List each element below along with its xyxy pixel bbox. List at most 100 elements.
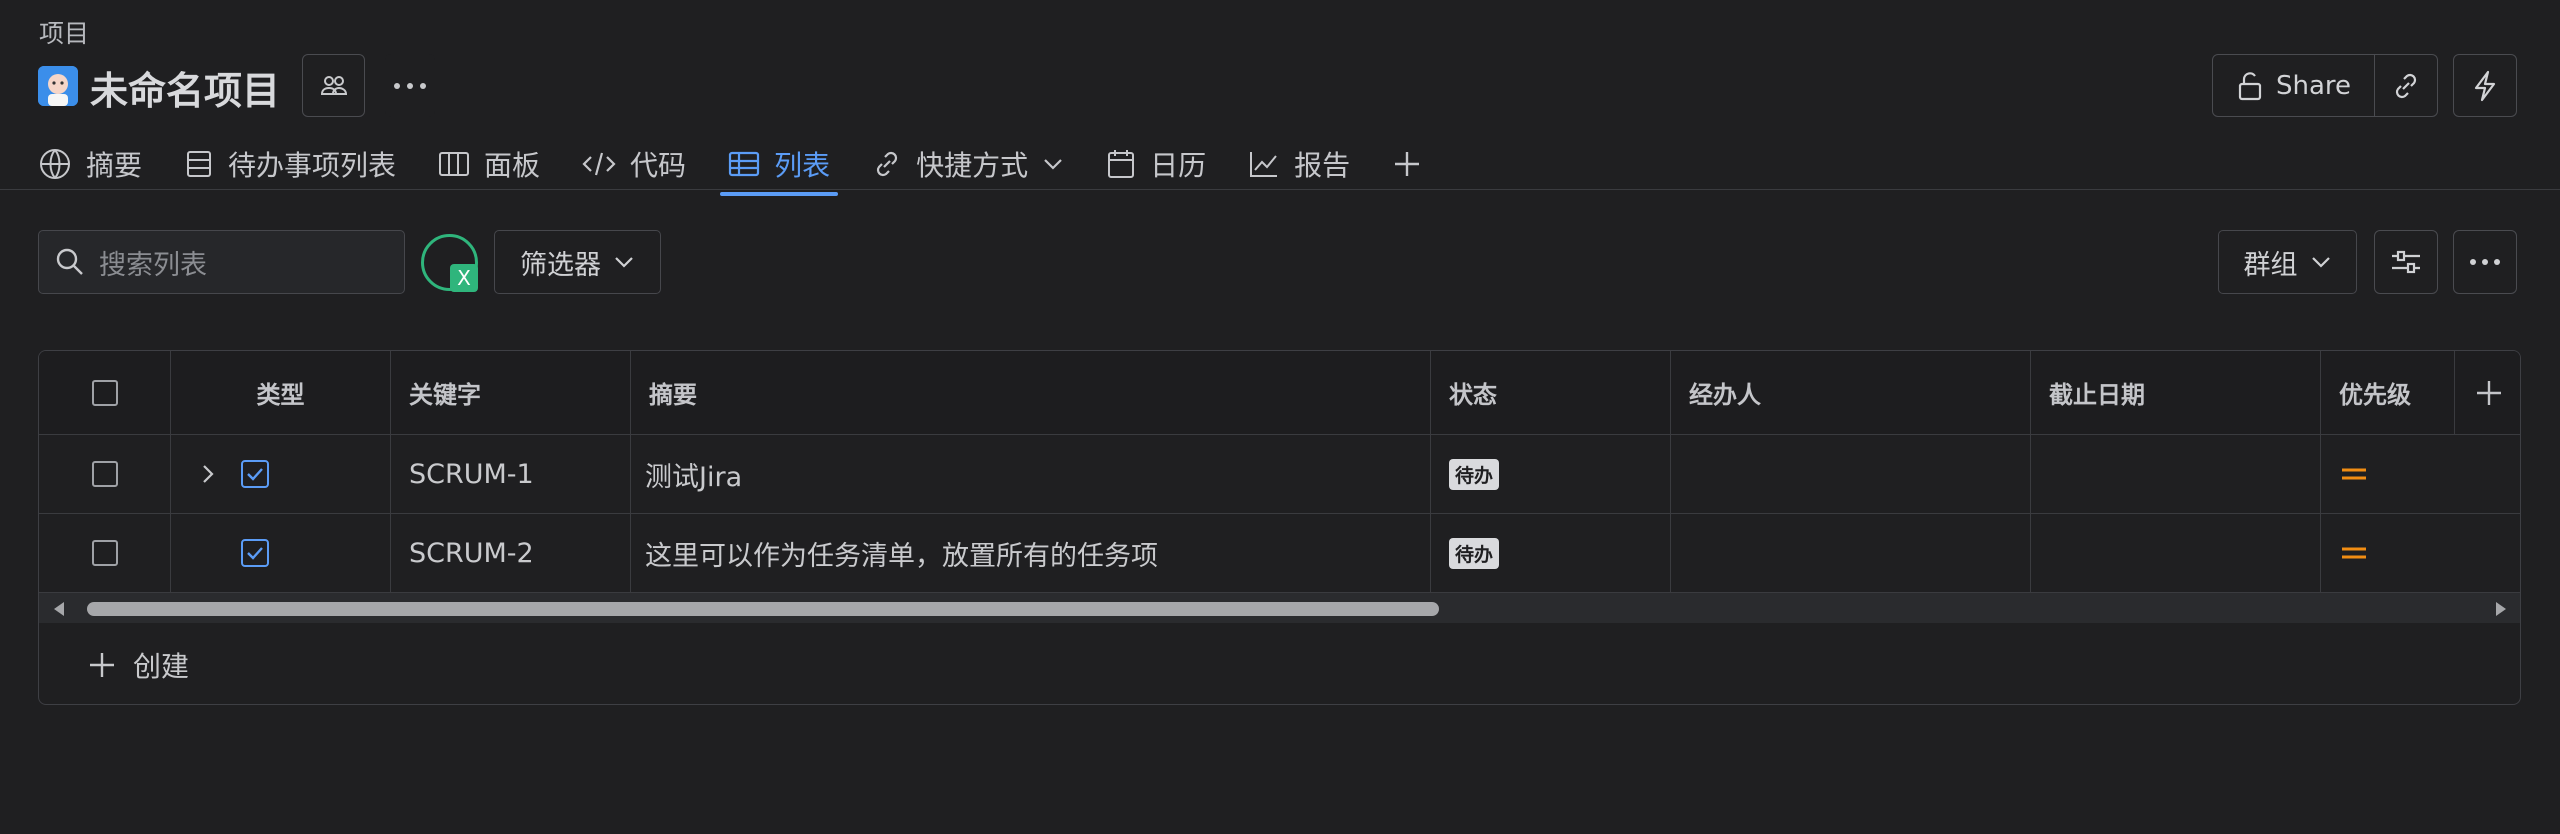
share-button[interactable]: Share [2212, 54, 2375, 117]
plus-icon [1395, 152, 1420, 176]
row-checkbox[interactable] [91, 461, 118, 487]
tabs-divider [0, 189, 2560, 190]
filter-button[interactable]: 筛选器 [494, 230, 661, 294]
tab-reports[interactable]: 报告 [1248, 138, 1350, 190]
due-date-cell[interactable] [2031, 435, 2321, 514]
plus-icon [2476, 380, 2501, 405]
page-title: 未命名项目 [90, 69, 281, 113]
tab-label: 面板 [484, 149, 541, 182]
issue-key[interactable]: SCRUM-2 [391, 514, 631, 593]
tab-label: 待办事项列表 [228, 149, 397, 182]
tab-backlog[interactable]: 待办事项列表 [184, 138, 396, 190]
tab-code[interactable]: 代码 [582, 138, 686, 190]
project-tabs: 摘要 待办事项列表 面板 代码 列表 快捷方式 日历 报告 [38, 136, 1464, 196]
code-icon [582, 152, 616, 176]
chevron-down-icon [2311, 257, 2330, 268]
row-checkbox[interactable] [91, 540, 118, 566]
add-column-button[interactable] [2455, 351, 2520, 435]
column-header-assignee[interactable]: 经办人 [1671, 351, 2031, 435]
filter-label: 筛选器 [520, 249, 601, 281]
issue-summary[interactable]: 测试Jira [631, 435, 1431, 514]
issue-summary[interactable]: 这里可以作为任务清单，放置所有的任务项 [631, 514, 1431, 593]
project-avatar [38, 66, 78, 106]
due-date-cell[interactable] [2031, 514, 2321, 593]
add-tab-button[interactable] [1392, 138, 1422, 190]
priority-medium-icon [2342, 468, 2366, 480]
tab-label: 日历 [1150, 149, 1207, 182]
create-issue-button[interactable]: 创建 [39, 623, 2520, 704]
search-input[interactable]: 搜索列表 [38, 230, 405, 294]
column-header-type[interactable]: 类型 [171, 351, 391, 435]
column-header-priority[interactable]: 优先级 [2321, 351, 2455, 435]
table-row-select [39, 514, 171, 593]
tab-board[interactable]: 面板 [438, 138, 540, 190]
chart-line-icon [1250, 152, 1278, 177]
column-header-key[interactable]: 关键字 [391, 351, 631, 435]
tab-label: 快捷方式 [916, 149, 1029, 182]
more-icon [2470, 259, 2500, 265]
type-cell [171, 514, 391, 593]
tab-label: 摘要 [86, 149, 143, 182]
priority-cell[interactable] [2321, 514, 2520, 593]
column-header-due-date[interactable]: 截止日期 [2031, 351, 2321, 435]
sliders-icon [2392, 250, 2420, 274]
group-label: 群组 [2243, 249, 2298, 281]
breadcrumb[interactable]: 项目 [39, 14, 89, 50]
people-icon [320, 75, 347, 95]
task-type-icon [241, 460, 269, 488]
priority-medium-icon [2342, 547, 2366, 559]
team-button[interactable] [302, 54, 365, 117]
copy-link-button[interactable] [2374, 54, 2438, 117]
task-type-icon [241, 539, 269, 567]
lightning-icon [2474, 70, 2496, 101]
globe-icon [40, 149, 70, 179]
link-icon [876, 151, 898, 177]
priority-cell[interactable] [2321, 435, 2520, 514]
issue-table: 类型 关键字 摘要 状态 经办人 截止日期 优先级 SCRUM-1 测试Jira… [38, 350, 2521, 705]
create-label: 创建 [133, 649, 190, 683]
link-icon [2395, 73, 2417, 98]
automation-button[interactable] [2453, 54, 2517, 117]
scroll-left-icon[interactable] [53, 601, 65, 617]
issue-key[interactable]: SCRUM-1 [391, 435, 631, 514]
group-button[interactable]: 群组 [2218, 230, 2357, 294]
calendar-icon [1108, 150, 1135, 178]
board-icon [439, 152, 470, 176]
view-settings-button[interactable] [2374, 230, 2438, 294]
tab-label: 报告 [1294, 149, 1351, 182]
status-badge: 待办 [1449, 537, 1500, 569]
search-placeholder: 搜索列表 [99, 249, 207, 281]
table-row-select [39, 435, 171, 514]
column-header-summary[interactable]: 摘要 [631, 351, 1431, 435]
horizontal-scrollbar[interactable] [39, 593, 2520, 623]
chevron-down-icon [1044, 159, 1062, 170]
unlock-icon [2238, 71, 2262, 100]
avatar-badge: X [450, 264, 478, 292]
more-icon [394, 82, 426, 89]
tab-label: 代码 [630, 149, 687, 182]
more-actions-button[interactable] [2453, 230, 2517, 294]
chevron-down-icon [615, 257, 633, 268]
assignee-cell[interactable] [1671, 435, 2031, 514]
backlog-icon [187, 151, 212, 177]
plus-icon [90, 652, 114, 677]
tab-label: 列表 [774, 149, 831, 182]
column-header-status[interactable]: 状态 [1431, 351, 1671, 435]
status-cell[interactable]: 待办 [1431, 514, 1671, 593]
assignee-cell[interactable] [1671, 514, 2031, 593]
status-cell[interactable]: 待办 [1431, 435, 1671, 514]
scrollbar-thumb[interactable] [87, 602, 1439, 616]
tab-list[interactable]: 列表 [720, 138, 839, 196]
chevron-right-icon[interactable] [201, 463, 215, 485]
select-all-cell [39, 351, 171, 435]
type-cell [171, 435, 391, 514]
scroll-right-icon[interactable] [2495, 601, 2507, 617]
tab-summary[interactable]: 摘要 [38, 138, 142, 190]
search-icon [56, 248, 83, 275]
tab-calendar[interactable]: 日历 [1106, 138, 1206, 190]
share-label: Share [2275, 70, 2352, 101]
tab-shortcuts[interactable]: 快捷方式 [872, 138, 1064, 190]
select-all-checkbox[interactable] [91, 379, 118, 406]
list-table-icon [728, 151, 760, 177]
project-more-button[interactable] [385, 54, 435, 117]
